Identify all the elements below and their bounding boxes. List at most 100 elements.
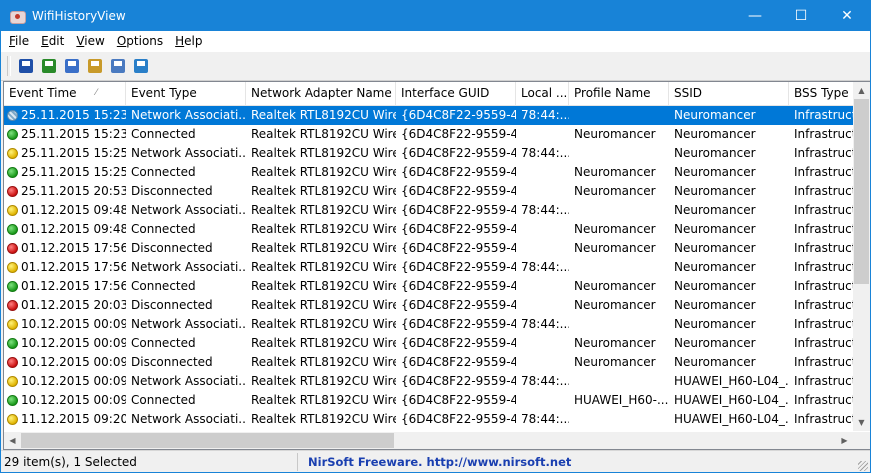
col-local-mac-cell [516, 353, 569, 372]
list-header: Event Time ⁄ Event Type Network Adapter Nam… [4, 82, 856, 106]
table-row[interactable]: 10.12.2015 00:09:... Connected Realtek RTL… [4, 334, 856, 353]
col-ssid-cell: Neuromancer [674, 184, 756, 198]
resize-grip-icon[interactable] [858, 461, 868, 471]
menu-edit[interactable]: Edit [35, 34, 70, 48]
table-row[interactable]: 25.11.2015 15:25:... Connected Realtek RTL… [4, 163, 856, 182]
col-network-adapter-name-cell: Realtek RTL8192CU Wire... [251, 374, 396, 388]
table-row[interactable]: 11.12.2015 09:20:... Network Associati...… [4, 410, 856, 429]
col-event-time-cell: 10.12.2015 00:09:... [4, 315, 126, 334]
menu-help[interactable]: Help [169, 34, 208, 48]
menu-options[interactable]: Options [111, 34, 169, 48]
col-interface-guid-cell: {6D4C8F22-9559-4... [401, 336, 516, 350]
maximize-button[interactable]: ☐ [778, 1, 824, 31]
col-interface-guid-cell: {6D4C8F22-9559-4... [401, 146, 516, 160]
history-list[interactable]: Event Time ⁄ Event Type Network Adapter Nam… [3, 81, 870, 450]
status-green-icon [7, 129, 18, 140]
col-ssid-cell: Neuromancer [674, 127, 756, 141]
save-icon[interactable] [17, 57, 35, 75]
col-interface-guid-cell: {6D4C8F22-9559-4... [401, 203, 516, 217]
toolbar-separator [7, 56, 11, 76]
col-local-mac-cell: 78:44:... [521, 374, 569, 388]
table-row[interactable]: 01.12.2015 17:56:... Connected Realtek RTL… [4, 277, 856, 296]
vertical-scrollbar[interactable]: ▲ ▼ [853, 82, 870, 431]
col-profile-name-cell: Neuromancer [574, 241, 656, 255]
table-row[interactable]: 01.12.2015 17:56:... Disconnected Realtek … [4, 239, 856, 258]
nirsoft-link[interactable]: NirSoft Freeware. http://www.nirsoft.net [298, 455, 571, 469]
col-ssid-cell: Neuromancer [674, 108, 756, 122]
col-ssid-header[interactable]: SSID [669, 82, 789, 105]
col-network-adapter-name-header[interactable]: Network Adapter Name [246, 82, 396, 105]
scroll-right-icon[interactable]: ▶ [836, 432, 853, 449]
col-ssid-cell: Neuromancer [674, 146, 756, 160]
scroll-down-icon[interactable]: ▼ [853, 414, 870, 431]
col-ssid-cell: Neuromancer [674, 336, 756, 350]
col-bss-type-cell: Infrastructu [794, 146, 856, 160]
close-button[interactable]: ✕ [824, 1, 870, 31]
col-event-time-header[interactable]: Event Time ⁄ [4, 82, 126, 105]
col-network-adapter-name-cell: Realtek RTL8192CU Wire... [251, 393, 396, 407]
menu-bar: File Edit View Options Help [1, 31, 870, 51]
table-row[interactable]: 10.12.2015 00:09:... Disconnected Realtek … [4, 353, 856, 372]
table-row[interactable]: 10.12.2015 00:09:... Network Associati...… [4, 315, 856, 334]
col-ssid-cell: HUAWEI_H60-L04_... [674, 374, 789, 388]
table-row[interactable]: 10.12.2015 00:09:... Connected Realtek RTL… [4, 391, 856, 410]
col-event-type-cell: Connected [131, 165, 196, 179]
col-profile-name-cell [569, 106, 669, 125]
table-row[interactable]: 25.11.2015 20:53:... Disconnected Realtek … [4, 182, 856, 201]
col-profile-name-cell [569, 144, 669, 163]
horizontal-scrollbar[interactable]: ◀ ▶ [4, 432, 853, 449]
table-row[interactable]: 10.12.2015 00:09:... Network Associati...… [4, 372, 856, 391]
col-event-time-cell: 11.12.2015 09:20:... [4, 410, 126, 429]
scroll-up-icon[interactable]: ▲ [853, 82, 870, 99]
status-red-icon [7, 300, 18, 311]
col-interface-guid-header[interactable]: Interface GUID [396, 82, 516, 105]
toolbar [1, 51, 870, 81]
col-event-time-cell: 01.12.2015 20:03:... [4, 296, 126, 315]
col-interface-guid-cell: {6D4C8F22-9559-4... [401, 127, 516, 141]
col-local-mac-header[interactable]: Local ... [516, 82, 569, 105]
table-row[interactable]: 25.11.2015 15:23:... Network Associati...… [4, 106, 856, 125]
col-bss-type-cell: Infrastructu [794, 165, 856, 179]
event-time-text: 10.12.2015 00:09:... [21, 317, 126, 331]
properties-icon[interactable] [86, 57, 104, 75]
status-bar: 29 item(s), 1 Selected NirSoft Freeware.… [1, 450, 870, 472]
title-bar[interactable]: WifiHistoryView — ☐ ✕ [1, 1, 870, 31]
table-row[interactable]: 25.11.2015 15:25:... Network Associati...… [4, 144, 856, 163]
col-network-adapter-name-cell: Realtek RTL8192CU Wire... [251, 127, 396, 141]
status-green-icon [7, 281, 18, 292]
vertical-scroll-thumb[interactable] [854, 99, 869, 284]
col-event-time-cell: 25.11.2015 20:53:... [4, 182, 126, 201]
copy-icon[interactable] [63, 57, 81, 75]
table-row[interactable]: 01.12.2015 09:48:... Connected Realtek RTL… [4, 220, 856, 239]
col-bss-type-cell: Infrastructu [794, 260, 856, 274]
menu-file[interactable]: File [3, 34, 35, 48]
refresh-icon[interactable] [40, 57, 58, 75]
col-profile-name-header[interactable]: Profile Name [569, 82, 669, 105]
col-bss-type-cell: Infrastructu [794, 108, 856, 122]
col-interface-guid-cell: {6D4C8F22-9559-4... [401, 108, 516, 122]
col-network-adapter-name-cell: Realtek RTL8192CU Wire... [251, 260, 396, 274]
table-row[interactable]: 01.12.2015 17:56:... Network Associati...… [4, 258, 856, 277]
col-ssid-cell: Neuromancer [674, 222, 756, 236]
col-event-type-header[interactable]: Event Type [126, 82, 246, 105]
col-local-mac-cell: 78:44:... [521, 260, 569, 274]
col-bss-type-cell: Infrastructu [794, 184, 856, 198]
col-event-type-cell: Network Associati... [131, 317, 246, 331]
exit-icon[interactable] [132, 57, 150, 75]
table-row[interactable]: 01.12.2015 20:03:... Disconnected Realtek … [4, 296, 856, 315]
event-time-text: 01.12.2015 17:56:... [21, 279, 126, 293]
find-icon[interactable] [109, 57, 127, 75]
horizontal-scroll-thumb[interactable] [21, 433, 394, 448]
table-row[interactable]: 25.11.2015 15:23:... Connected Realtek RTL… [4, 125, 856, 144]
col-local-mac-cell [516, 125, 569, 144]
col-local-mac-cell: 78:44:... [521, 412, 569, 426]
table-row[interactable]: 01.12.2015 09:48:... Network Associati...… [4, 201, 856, 220]
col-bss-type-cell: Infrastructu [794, 374, 856, 388]
col-ssid-cell: Neuromancer [674, 279, 756, 293]
menu-view[interactable]: View [70, 34, 110, 48]
scroll-left-icon[interactable]: ◀ [4, 432, 21, 449]
col-event-type-cell: Connected [131, 393, 196, 407]
minimize-button[interactable]: — [732, 1, 778, 31]
status-yellow-icon [7, 148, 18, 159]
col-bss-type-header[interactable]: BSS Type [789, 82, 856, 105]
